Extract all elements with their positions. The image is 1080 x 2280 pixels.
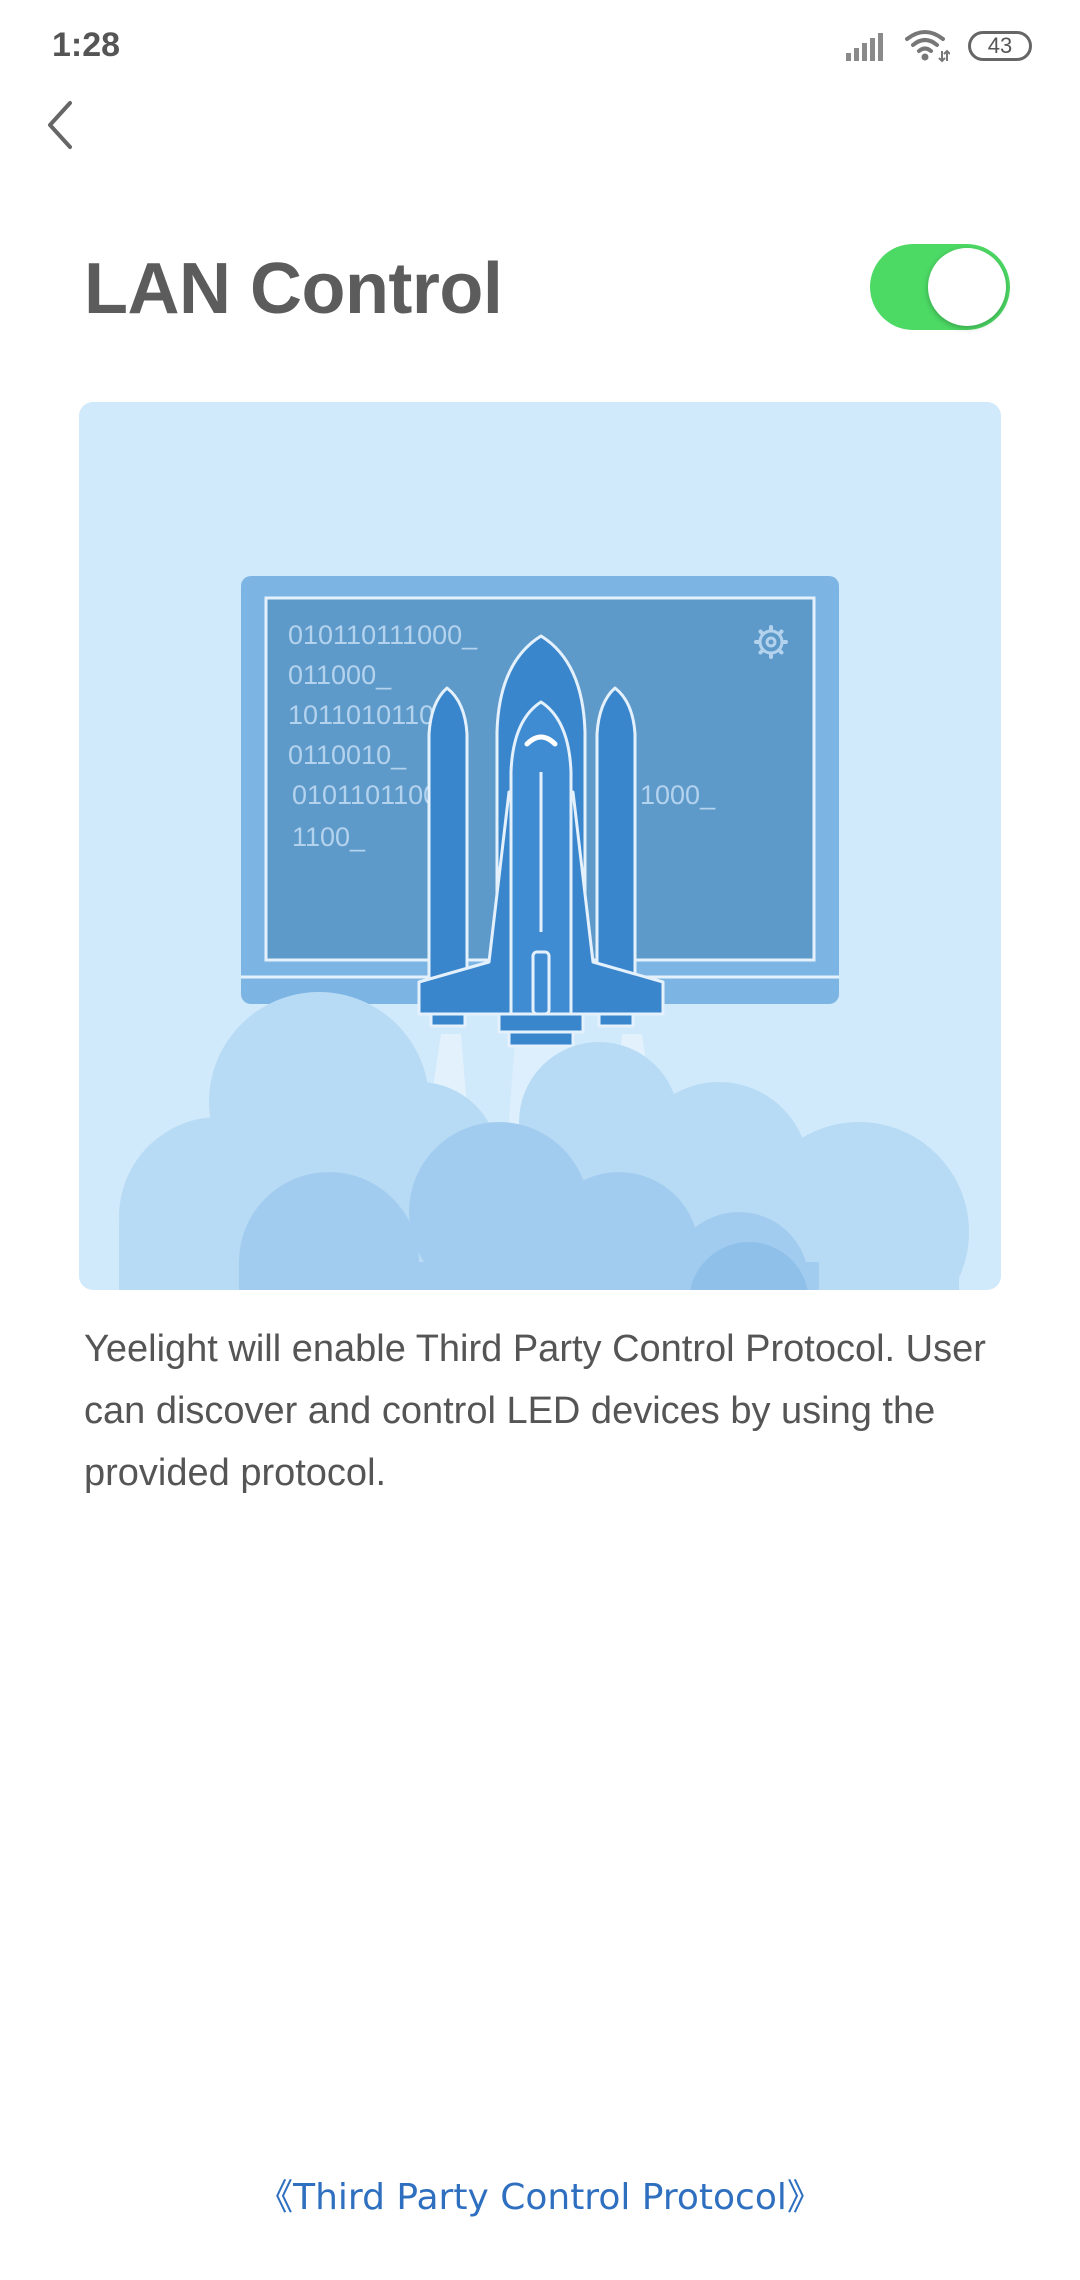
binary-line: 0110010_ [288,740,407,770]
binary-line: 011000_ [288,660,392,690]
binary-line: 1011010110 [288,700,434,730]
page-title: LAN Control [84,249,503,329]
toggle-knob [928,248,1006,326]
binary-line: 1100_ [292,822,366,852]
chevron-left-icon [48,101,72,149]
status-time: 1:28 [52,26,121,64]
battery-level: 43 [987,33,1013,58]
battery-icon: 43 [968,31,1032,61]
third-party-protocol-link[interactable]: 《Third Party Control Protocol》 [0,2168,1080,2220]
illustration-graphic: 010110111000_ 011000_ 1011010110 0110010… [119,576,969,1290]
back-button[interactable] [38,95,88,155]
binary-line: 010110111000_ [288,620,478,650]
lan-control-toggle[interactable] [870,244,1010,330]
binary-line: 1000_ [640,780,716,810]
status-bar: 1:28 43 [0,0,1080,90]
status-icons: 43 [844,26,1032,66]
rocket-illustration: 010110111000_ 011000_ 1011010110 0110010… [79,402,1001,1290]
binary-line: 0101101100 [292,780,438,810]
wifi-icon [905,30,950,63]
lan-control-screen: 1:28 43 LAN Control 010110111000_ 011000… [0,0,1080,2280]
description-text: Yeelight will enable Third Party Control… [84,1328,986,1494]
signal-icon [846,33,883,61]
